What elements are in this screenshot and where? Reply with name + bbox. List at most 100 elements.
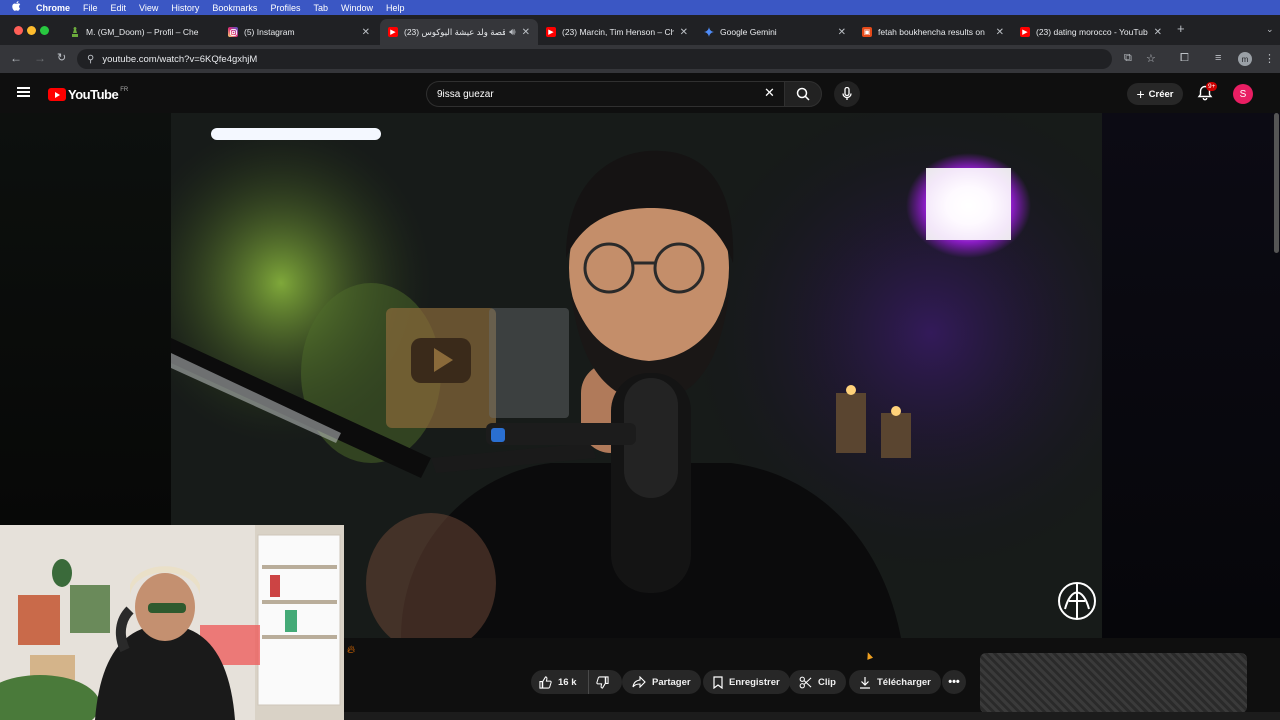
install-app-icon[interactable]: ⧉: [1124, 52, 1132, 65]
new-tab-plus-icon[interactable]: +: [1177, 21, 1185, 36]
hamburger-menu-icon[interactable]: [17, 87, 30, 97]
menu-history[interactable]: History: [171, 3, 199, 13]
fire-emoji-icon: 🔥︎: [347, 644, 356, 656]
youtube-header: YouTube FR 9issa guezar ✕ + Créer 9+ S: [0, 73, 1280, 113]
share-arrow-icon: [632, 676, 646, 688]
tab-title: fetah boukhencha results on: [878, 27, 985, 37]
chrome-profile-avatar[interactable]: m: [1238, 52, 1252, 66]
notifications-badge: 9+: [1206, 82, 1218, 91]
thumbs-down-icon: [596, 675, 609, 689]
save-button-label: Enregistrer: [729, 676, 780, 688]
ambient-left-glow: [0, 113, 171, 525]
scissors-icon: [799, 676, 812, 688]
apple-icon[interactable]: [12, 1, 26, 14]
menu-help[interactable]: Help: [386, 3, 405, 13]
browser-tab-gemini[interactable]: Google Gemini ✕: [696, 19, 854, 45]
download-icon: [860, 676, 870, 689]
menu-app-name[interactable]: Chrome: [36, 3, 70, 13]
menu-window[interactable]: Window: [341, 3, 373, 13]
menu-bookmarks[interactable]: Bookmarks: [212, 3, 257, 13]
tab-title: (5) Instagram: [244, 27, 295, 37]
tab-close-icon[interactable]: ✕: [362, 27, 370, 38]
tab-title: (23) dating morocco - YouTub: [1036, 27, 1148, 37]
youtube-icon: ▶: [388, 27, 398, 37]
reading-mode-icon[interactable]: ≡: [1215, 52, 1221, 64]
macos-menu-bar: Chrome File Edit View History Bookmarks …: [0, 0, 1280, 15]
create-button[interactable]: + Créer: [1127, 83, 1183, 105]
forward-arrow-icon[interactable]: →: [34, 51, 46, 65]
clip-button[interactable]: Clip: [789, 670, 846, 694]
webcam-frame: [0, 525, 344, 720]
search-icon: [796, 87, 810, 101]
address-bar-url: youtube.com/watch?v=6KQfe4gxhjM: [102, 53, 258, 65]
browser-tab-chess[interactable]: M. (GM_Doom) – Profil – Che: [62, 19, 220, 45]
youtube-icon: ▶: [1020, 27, 1030, 37]
create-button-label: Créer: [1148, 88, 1174, 100]
tab-close-icon[interactable]: ✕: [680, 27, 688, 38]
youtube-wordmark: YouTube: [68, 87, 119, 102]
youtube-icon: ▶: [546, 27, 556, 37]
window-minimize-button[interactable]: [27, 26, 36, 35]
menu-view[interactable]: View: [139, 3, 158, 13]
recommended-video-thumbnail[interactable]: [980, 653, 1247, 713]
like-dislike-group: 16 k: [531, 670, 622, 694]
tab-close-icon[interactable]: ✕: [996, 27, 1004, 38]
back-arrow-icon[interactable]: ←: [10, 51, 22, 65]
tab-title: (23) Marcin, Tim Henson – Ch: [562, 27, 674, 37]
bottom-strip: [344, 712, 1280, 720]
browser-tab-fetah[interactable]: ▣ fetah boukhencha results on ✕: [854, 19, 1012, 45]
more-actions-button[interactable]: •••: [942, 670, 966, 694]
browser-toolbar: ← → ↻ ⚲ youtube.com/watch?v=6KQfe4gxhjM …: [0, 45, 1280, 73]
window-zoom-button[interactable]: [40, 26, 49, 35]
menu-file[interactable]: File: [83, 3, 98, 13]
tab-title: (23) قصة ولد عيشة اليوكوس: [404, 26, 506, 37]
speaker-icon[interactable]: 🔊︎: [509, 27, 515, 38]
extensions-icon[interactable]: ⧠: [1180, 52, 1189, 65]
bookmark-save-icon: [713, 675, 723, 689]
clear-search-icon[interactable]: ✕: [764, 85, 775, 101]
youtube-logo[interactable]: YouTube FR: [48, 87, 128, 102]
search-input[interactable]: 9issa guezar: [426, 81, 784, 107]
window-close-button[interactable]: [14, 26, 23, 35]
bookmark-star-icon[interactable]: ☆: [1146, 52, 1156, 65]
browser-tab-active-youtube[interactable]: ▶ (23) قصة ولد عيشة اليوكوس 🔊︎ ✕: [380, 19, 538, 45]
chrome-menu-icon[interactable]: ⋮: [1264, 52, 1275, 65]
browser-tab-strip: M. (GM_Doom) – Profil – Che (5) Instagra…: [0, 15, 1280, 45]
dislike-button[interactable]: [589, 670, 622, 694]
tab-close-icon[interactable]: ✕: [522, 27, 530, 38]
share-button[interactable]: Partager: [622, 670, 701, 694]
tab-title: M. (GM_Doom) – Profil – Che: [86, 27, 199, 37]
gemini-icon: [704, 27, 714, 37]
bookmark-icon: ▣: [862, 27, 872, 37]
plus-icon: +: [1136, 86, 1145, 102]
download-button[interactable]: Télécharger: [849, 670, 941, 694]
tab-close-icon[interactable]: ✕: [1154, 27, 1162, 38]
video-actions-bar: 16 k Partager Enregistrer Clip Télécharg…: [344, 638, 1280, 720]
thumbs-up-icon: [539, 675, 552, 689]
browser-tab-youtube-dating[interactable]: ▶ (23) dating morocco - YouTub ✕: [1012, 19, 1170, 45]
country-code: FR: [120, 87, 129, 93]
account-avatar[interactable]: S: [1233, 84, 1253, 104]
search-button[interactable]: [784, 81, 822, 107]
reload-icon[interactable]: ↻: [57, 51, 66, 64]
like-button[interactable]: 16 k: [531, 670, 589, 694]
menu-profiles[interactable]: Profiles: [270, 3, 300, 13]
browser-tab-instagram[interactable]: (5) Instagram ✕: [220, 19, 378, 45]
tab-search-chevron-icon[interactable]: ⌄: [1266, 24, 1274, 35]
chess-icon: [70, 27, 80, 37]
search-input-value: 9issa guezar: [437, 88, 494, 100]
clip-button-label: Clip: [818, 676, 836, 688]
like-count: 16 k: [558, 676, 577, 688]
menu-tab[interactable]: Tab: [313, 3, 328, 13]
address-bar[interactable]: ⚲ youtube.com/watch?v=6KQfe4gxhjM: [77, 49, 1112, 69]
instagram-icon: [228, 27, 238, 37]
streamer-webcam-overlay: [0, 525, 344, 720]
voice-search-button[interactable]: [834, 81, 860, 107]
save-button[interactable]: Enregistrer: [703, 670, 790, 694]
page-scrollbar[interactable]: [1274, 113, 1279, 253]
menu-edit[interactable]: Edit: [111, 3, 127, 13]
site-info-icon[interactable]: ⚲: [87, 54, 94, 65]
browser-tab-youtube-marcin[interactable]: ▶ (23) Marcin, Tim Henson – Ch ✕: [538, 19, 696, 45]
download-button-label: Télécharger: [877, 676, 931, 688]
tab-close-icon[interactable]: ✕: [838, 27, 846, 38]
